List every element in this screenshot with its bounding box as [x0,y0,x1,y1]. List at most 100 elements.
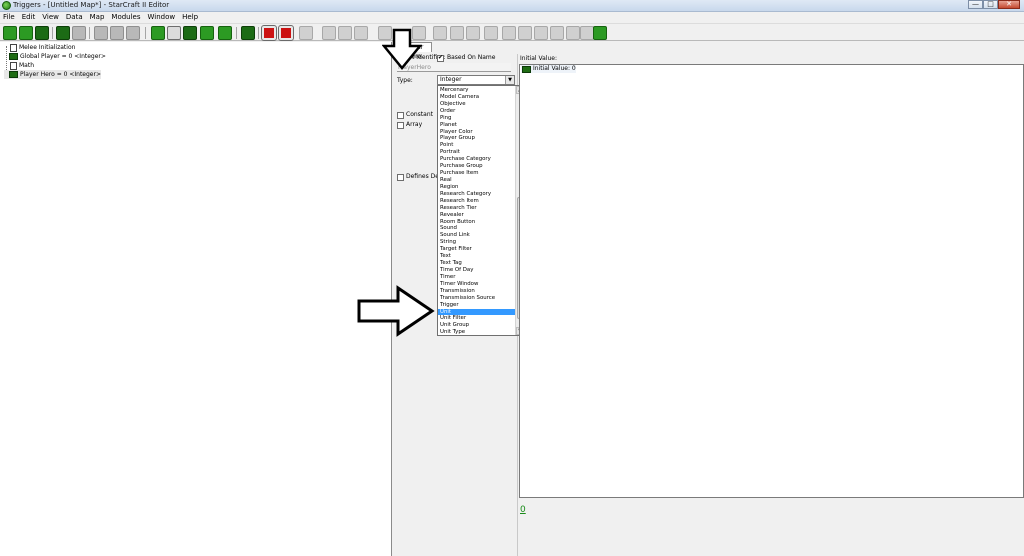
type-option[interactable]: Research Category [438,191,516,198]
menu-window[interactable]: Window [148,12,176,22]
type-option-selected[interactable]: Unit [438,308,516,316]
menu-data[interactable]: Data [66,12,83,22]
open-icon[interactable] [19,26,33,40]
type-option[interactable]: Target Filter [438,246,516,253]
type-option[interactable]: Timer Window [438,281,516,288]
tree-item-melee-initialization[interactable]: Melee Initialization [4,43,75,52]
stop-icon[interactable] [261,25,277,41]
disabled-tool-icon[interactable] [518,26,532,40]
type-option[interactable]: Unit Group [438,322,516,329]
type-option[interactable]: Timer [438,274,516,281]
disabled-tool-icon[interactable] [534,26,548,40]
disabled-tool-icon[interactable] [338,26,352,40]
disabled-tool-icon[interactable] [354,26,368,40]
document-icon[interactable] [299,26,313,40]
type-option[interactable]: Purchase Item [438,170,516,177]
disabled-tool-icon[interactable] [433,26,447,40]
type-option[interactable]: Text Tag [438,260,516,267]
copy-icon[interactable] [110,26,124,40]
type-option[interactable]: Transmission Source [438,295,516,302]
type-option[interactable]: Player Color [438,129,516,136]
redo-icon[interactable] [72,26,86,40]
action-icon[interactable] [183,26,197,40]
paste-icon[interactable] [126,26,140,40]
disabled-tool-icon[interactable] [580,26,594,40]
type-dropdown-list[interactable]: Mercenary Model Camera Objective Order Ping P… [437,85,524,336]
type-option[interactable]: Order [438,108,516,115]
menu-file[interactable]: File [3,12,15,22]
maximize-button[interactable]: □ [983,0,998,9]
tree-item-label: Math [19,62,35,69]
module-icon[interactable] [241,26,255,40]
menu-help[interactable]: Help [182,12,198,22]
tree-item-global-player[interactable]: Global Player = 0 <Integer> [4,52,106,61]
type-option[interactable]: Room Button [438,219,516,226]
disabled-tool-icon[interactable] [466,26,480,40]
initial-value-panel[interactable]: Initial Value: 0 [519,64,1024,498]
type-option[interactable]: Sound Link [438,232,516,239]
close-button[interactable]: ✕ [998,0,1020,9]
disabled-tool-icon[interactable] [566,26,580,40]
menu-map[interactable]: Map [90,12,105,22]
type-option[interactable]: Point [438,142,516,149]
initial-value-link[interactable]: 0 [520,505,526,515]
undo-icon[interactable] [56,26,70,40]
type-option[interactable]: Model Camera [438,94,516,101]
menu-modules[interactable]: Modules [111,12,140,22]
disabled-tool-icon[interactable] [322,26,336,40]
chevron-down-icon[interactable]: ▼ [505,76,514,84]
constant-label: Constant [406,111,433,118]
type-option[interactable]: Text [438,253,516,260]
record-icon[interactable] [278,25,294,41]
type-option[interactable]: Region [438,184,516,191]
type-option[interactable]: Sound [438,225,516,232]
type-option[interactable]: Research Tier [438,205,516,212]
down-arrow-annotation-icon [382,28,422,70]
starcraft-app-icon [2,1,11,10]
disabled-tool-icon[interactable] [550,26,564,40]
debug-icon[interactable] [593,26,607,40]
minimize-button[interactable]: — [968,0,983,9]
new-trigger-icon[interactable] [3,26,17,40]
type-option[interactable]: Purchase Group [438,163,516,170]
menu-edit[interactable]: Edit [22,12,36,22]
type-option[interactable]: Unit Type [438,329,516,335]
menu-view[interactable]: View [42,12,59,22]
based-on-name-checkbox[interactable] [437,54,444,62]
tree-item-math[interactable]: Math [4,61,34,70]
disabled-tool-icon[interactable] [484,26,498,40]
initial-value-row[interactable]: Initial Value: 0 [521,65,576,73]
text-a-icon[interactable] [200,26,214,40]
toolbar-separator [52,27,53,39]
constant-checkbox[interactable] [397,112,404,119]
type-option[interactable]: Trigger [438,302,516,309]
trigger-tree[interactable] [0,42,392,556]
tree-item-player-hero[interactable]: Player Hero = 0 <Integer> [4,70,101,79]
text-b-icon[interactable] [218,26,232,40]
disabled-tool-icon[interactable] [502,26,516,40]
type-option[interactable]: Transmission [438,288,516,295]
type-option[interactable]: Research Item [438,198,516,205]
type-option[interactable]: Ping [438,115,516,122]
type-option[interactable]: Portrait [438,149,516,156]
array-checkbox[interactable] [397,122,404,129]
type-option[interactable]: Purchase Category [438,156,516,163]
type-option[interactable]: Planet [438,122,516,129]
document-icon [10,43,17,52]
value-editor-area [519,500,1024,556]
type-option[interactable]: Time Of Day [438,267,516,274]
type-option[interactable]: Objective [438,101,516,108]
type-option[interactable]: Real [438,177,516,184]
defines-default-checkbox[interactable] [397,174,404,181]
type-option[interactable]: Player Group [438,135,516,142]
type-option[interactable]: Mercenary [438,87,516,94]
new-element-icon[interactable] [151,26,165,40]
save-icon[interactable] [35,26,49,40]
type-option[interactable]: String [438,239,516,246]
disabled-tool-icon[interactable] [450,26,464,40]
type-select[interactable]: Integer ▼ [437,75,515,85]
type-option[interactable]: Revealer [438,212,516,219]
trigger-view-icon[interactable] [167,26,181,40]
type-option[interactable]: Unit Filter [438,315,516,322]
cut-icon[interactable] [94,26,108,40]
